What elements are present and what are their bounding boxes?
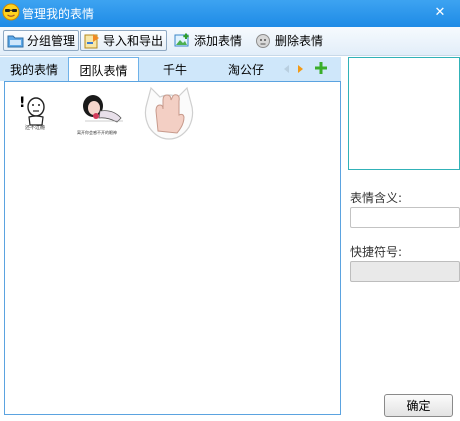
tab-taogongzai[interactable]: 淘公仔 [216,57,276,81]
tab-scroll-left-icon[interactable] [284,65,289,73]
group-manage-button[interactable]: 分组管理 [3,30,80,51]
delete-emoji-label: 删除表情 [275,34,324,48]
stickman-meme-emoji: ! [19,95,45,126]
group-manage-label: 分组管理 [27,34,76,48]
emoji-preview-box [348,57,460,170]
meaning-label: 表情含义: [350,191,403,205]
tab-label: 千牛 [162,62,187,77]
import-export-icon [84,33,99,48]
import-export-label: 导入和导出 [103,34,164,48]
tab-label: 我的表情 [9,62,58,77]
add-tab-plus-icon[interactable] [314,61,328,75]
shortcut-input[interactable] [350,261,460,282]
delete-emoji-button[interactable]: 删除表情 [251,30,327,51]
emoji-tab-strip: 我的表情 团队表情 千牛 淘公仔 [0,57,341,82]
add-image-icon [174,33,189,47]
ok-label: 确定 [406,399,431,413]
tab-qianniu[interactable]: 千牛 [148,57,202,81]
ok-button[interactable]: 确定 [384,394,453,417]
folder-icon [7,35,24,48]
emoji-grid: ! 还不过瘾 离开你会感不开的眼神 [4,81,341,415]
tab-my-emoji[interactable]: 我的表情 [0,57,68,81]
svg-text:!: ! [19,95,25,111]
title-bar: 管理我的表情 ✕ [0,0,460,27]
add-emoji-label: 添加表情 [194,34,243,48]
emoji-item[interactable]: 离开你会感不开的眼神 [71,85,127,141]
toolbar: 分组管理 导入和导出 添加表情 删除表情 [0,27,460,56]
tab-team-emoji[interactable]: 团队表情 [68,57,139,82]
window-title: 管理我的表情 [22,7,95,21]
tab-label: 团队表情 [79,63,128,78]
emoji-caption: 还不过瘾 [25,125,46,131]
tab-scroll-right-icon[interactable] [298,65,303,73]
sunglasses-emoji-icon [2,3,20,21]
delete-emoji-icon [256,34,270,48]
import-export-button[interactable]: 导入和导出 [80,30,168,51]
cat-facepalm-emoji [144,86,194,140]
add-emoji-button[interactable]: 添加表情 [170,30,246,51]
shortcut-label: 快捷符号: [350,245,403,259]
tab-label: 淘公仔 [227,62,264,77]
meaning-input[interactable] [350,207,460,228]
emoji-caption: 离开你会感不开的眼神 [77,130,117,135]
close-button[interactable]: ✕ [420,0,460,24]
close-icon: ✕ [434,4,446,20]
emoji-item[interactable]: ! 还不过瘾 [9,85,65,141]
emoji-item[interactable] [141,85,197,141]
